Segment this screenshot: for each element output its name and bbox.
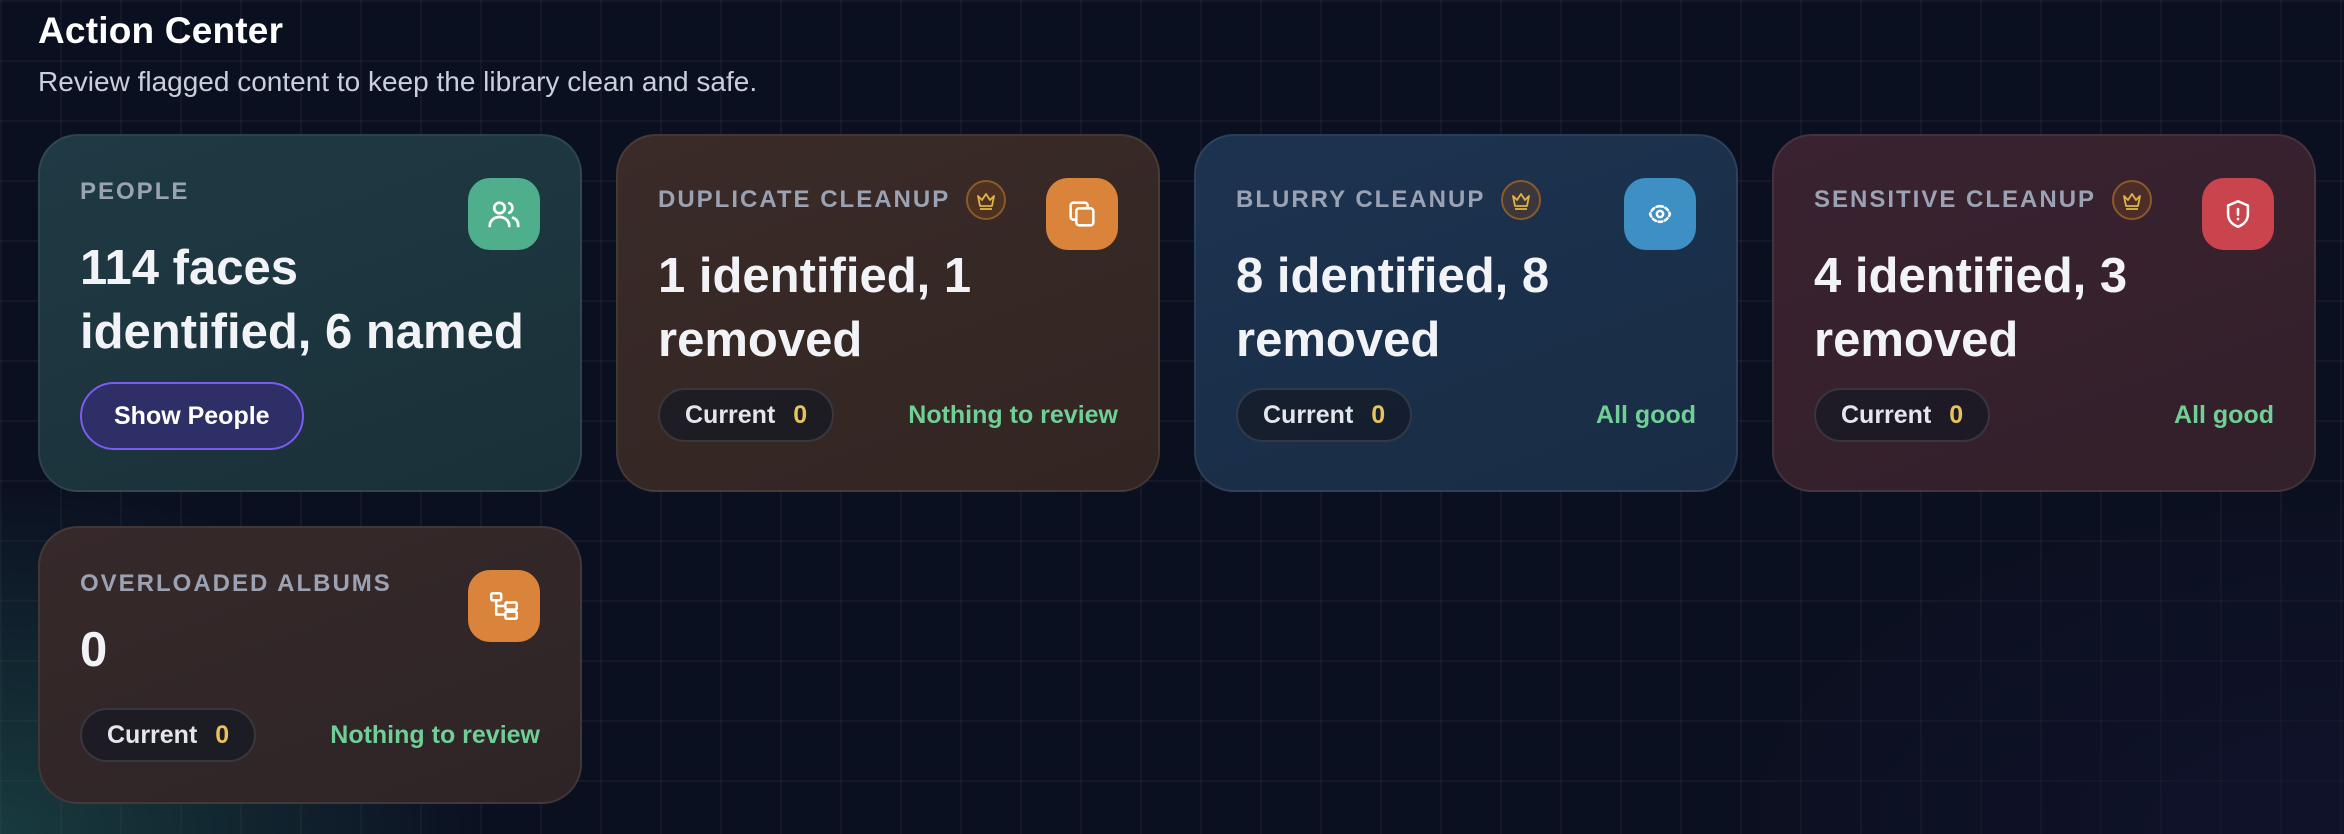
card-label: BLURRY CLEANUP — [1236, 186, 1486, 213]
pill-label: Current — [1841, 400, 1932, 429]
pill-label: Current — [685, 400, 776, 429]
status-text: Nothing to review — [330, 720, 540, 749]
copy-icon — [1046, 178, 1118, 250]
pill-count: 0 — [215, 720, 230, 749]
pill-label: Current — [107, 720, 198, 749]
status-text: All good — [1596, 400, 1696, 429]
card-headline: 4 identified, 3 removed — [1814, 249, 2128, 367]
pill-count: 0 — [793, 400, 808, 429]
show-people-button[interactable]: Show People — [80, 382, 304, 450]
crown-icon — [966, 180, 1007, 220]
page-subtitle: Review flagged content to keep the libra… — [38, 66, 758, 97]
current-count-pill: Current 0 — [1814, 388, 1991, 442]
status-text: Nothing to review — [908, 400, 1118, 429]
current-count-pill: Current 0 — [80, 708, 257, 762]
blurry-cleanup-card[interactable]: BLURRY CLEANUP 8 identified, 8 removed C… — [1194, 134, 1738, 492]
current-count-pill: Current 0 — [1236, 388, 1413, 442]
crown-icon — [1501, 180, 1542, 220]
card-headline: 8 identified, 8 removed — [1236, 249, 1550, 367]
pill-count: 0 — [1949, 400, 1964, 429]
overloaded-albums-card[interactable]: OVERLOADED ALBUMS 0 Current 0 Nothing to… — [38, 526, 582, 804]
card-label: SENSITIVE CLEANUP — [1814, 186, 2097, 213]
current-count-pill: Current 0 — [658, 388, 835, 442]
page-header: Action Center Review flagged content to … — [38, 10, 757, 98]
card-headline: 114 faces identified, 6 named — [80, 241, 524, 359]
card-headline: 1 identified, 1 removed — [658, 249, 972, 367]
card-label: OVERLOADED ALBUMS — [80, 570, 392, 597]
pill-count: 0 — [1371, 400, 1386, 429]
duplicate-cleanup-card[interactable]: DUPLICATE CLEANUP 1 identified, 1 remove… — [616, 134, 1160, 492]
sensitive-cleanup-card[interactable]: SENSITIVE CLEANUP 4 identified, 3 remove… — [1772, 134, 2316, 492]
page-title: Action Center — [38, 10, 284, 51]
card-headline: 0 — [80, 623, 108, 677]
card-label: DUPLICATE CLEANUP — [658, 186, 951, 213]
crown-icon — [2112, 180, 2153, 220]
shield-alert-icon — [2202, 178, 2274, 250]
eye-focus-icon — [1624, 178, 1696, 250]
status-text: All good — [2174, 400, 2274, 429]
people-card: PEOPLE 114 faces identified, 6 named Sho… — [38, 134, 582, 492]
card-label: PEOPLE — [80, 178, 190, 205]
pill-label: Current — [1263, 400, 1354, 429]
